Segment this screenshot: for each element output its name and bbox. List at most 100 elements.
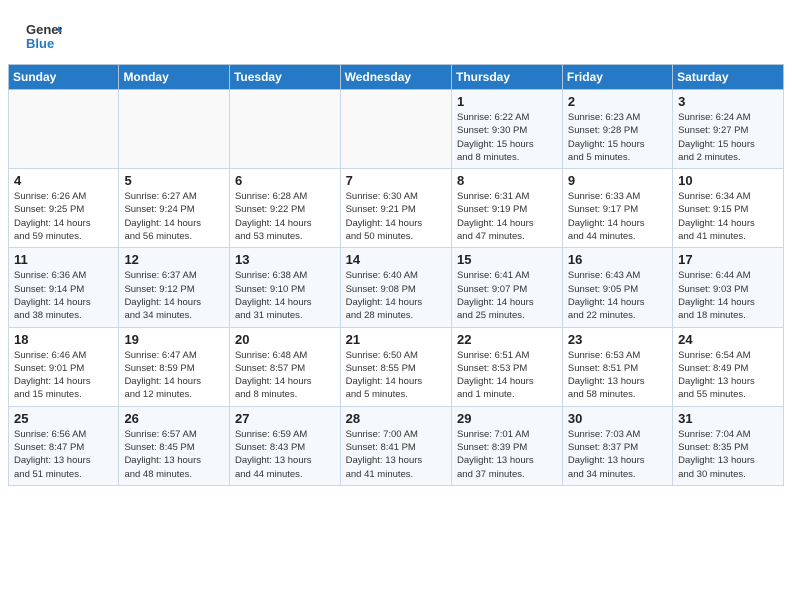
day-cell: 4 Sunrise: 6:26 AM Sunset: 9:25 PM Daylig… [9, 169, 119, 248]
day-cell: 26 Sunrise: 6:57 AM Sunset: 8:45 PM Dayli… [119, 406, 230, 485]
day-cell: 15 Sunrise: 6:41 AM Sunset: 9:07 PM Dayli… [452, 248, 563, 327]
day-cell: 10 Sunrise: 6:34 AM Sunset: 9:15 PM Dayli… [673, 169, 784, 248]
day-info: Sunrise: 6:23 AM Sunset: 9:28 PM Dayligh… [568, 111, 667, 164]
day-info: Sunrise: 6:50 AM Sunset: 8:55 PM Dayligh… [346, 349, 446, 402]
day-number: 18 [14, 332, 113, 347]
day-info: Sunrise: 6:41 AM Sunset: 9:07 PM Dayligh… [457, 269, 557, 322]
day-info: Sunrise: 7:00 AM Sunset: 8:41 PM Dayligh… [346, 428, 446, 481]
day-cell: 12 Sunrise: 6:37 AM Sunset: 9:12 PM Dayli… [119, 248, 230, 327]
day-cell: 30 Sunrise: 7:03 AM Sunset: 8:37 PM Dayli… [562, 406, 672, 485]
day-cell: 14 Sunrise: 6:40 AM Sunset: 9:08 PM Dayli… [340, 248, 451, 327]
weekday-header-thursday: Thursday [452, 65, 563, 90]
day-info: Sunrise: 7:04 AM Sunset: 8:35 PM Dayligh… [678, 428, 778, 481]
day-number: 4 [14, 173, 113, 188]
week-row-5: 25Sunrise: 6:56 AM Sunset: 8:47 PM Dayli… [9, 406, 784, 485]
day-cell: 18 Sunrise: 6:46 AM Sunset: 9:01 PM Dayli… [9, 327, 119, 406]
day-number: 11 [14, 252, 113, 267]
weekday-header-saturday: Saturday [673, 65, 784, 90]
day-number: 2 [568, 94, 667, 109]
day-number: 17 [678, 252, 778, 267]
day-number: 14 [346, 252, 446, 267]
day-info: Sunrise: 6:38 AM Sunset: 9:10 PM Dayligh… [235, 269, 335, 322]
day-info: Sunrise: 7:01 AM Sunset: 8:39 PM Dayligh… [457, 428, 557, 481]
day-cell: 29 Sunrise: 7:01 AM Sunset: 8:39 PM Dayli… [452, 406, 563, 485]
weekday-header-wednesday: Wednesday [340, 65, 451, 90]
day-number: 22 [457, 332, 557, 347]
day-cell: 24Sunrise: 6:54 AM Sunset: 8:49 PM Dayli… [673, 327, 784, 406]
day-number: 8 [457, 173, 557, 188]
day-number: 29 [457, 411, 557, 426]
day-info: Sunrise: 6:22 AM Sunset: 9:30 PM Dayligh… [457, 111, 557, 164]
week-row-4: 18 Sunrise: 6:46 AM Sunset: 9:01 PM Dayli… [9, 327, 784, 406]
day-info: Sunrise: 6:34 AM Sunset: 9:15 PM Dayligh… [678, 190, 778, 243]
day-info: Sunrise: 6:33 AM Sunset: 9:17 PM Dayligh… [568, 190, 667, 243]
day-cell: 31 Sunrise: 7:04 AM Sunset: 8:35 PM Dayli… [673, 406, 784, 485]
day-cell: 6 Sunrise: 6:28 AM Sunset: 9:22 PM Daylig… [229, 169, 340, 248]
day-cell: 23 Sunrise: 6:53 AM Sunset: 8:51 PM Dayli… [562, 327, 672, 406]
day-info: Sunrise: 6:46 AM Sunset: 9:01 PM Dayligh… [14, 349, 113, 402]
logo-icon: General Blue [24, 18, 62, 56]
day-info: Sunrise: 6:31 AM Sunset: 9:19 PM Dayligh… [457, 190, 557, 243]
day-cell [9, 90, 119, 169]
day-cell [340, 90, 451, 169]
calendar-wrapper: SundayMondayTuesdayWednesdayThursdayFrid… [0, 64, 792, 498]
day-cell: 16 Sunrise: 6:43 AM Sunset: 9:05 PM Dayli… [562, 248, 672, 327]
day-cell: 13 Sunrise: 6:38 AM Sunset: 9:10 PM Dayli… [229, 248, 340, 327]
day-cell: 9 Sunrise: 6:33 AM Sunset: 9:17 PM Daylig… [562, 169, 672, 248]
day-number: 20 [235, 332, 335, 347]
day-cell: 17 Sunrise: 6:44 AM Sunset: 9:03 PM Dayli… [673, 248, 784, 327]
week-row-1: 1 Sunrise: 6:22 AM Sunset: 9:30 PM Daylig… [9, 90, 784, 169]
day-info: Sunrise: 7:03 AM Sunset: 8:37 PM Dayligh… [568, 428, 667, 481]
day-number: 12 [124, 252, 224, 267]
week-row-3: 11 Sunrise: 6:36 AM Sunset: 9:14 PM Dayli… [9, 248, 784, 327]
day-cell [119, 90, 230, 169]
day-cell: 11 Sunrise: 6:36 AM Sunset: 9:14 PM Dayli… [9, 248, 119, 327]
weekday-header-friday: Friday [562, 65, 672, 90]
day-cell: 8 Sunrise: 6:31 AM Sunset: 9:19 PM Daylig… [452, 169, 563, 248]
day-number: 9 [568, 173, 667, 188]
day-cell: 3Sunrise: 6:24 AM Sunset: 9:27 PM Daylig… [673, 90, 784, 169]
day-number: 21 [346, 332, 446, 347]
day-number: 6 [235, 173, 335, 188]
svg-text:Blue: Blue [26, 36, 54, 51]
day-info: Sunrise: 6:40 AM Sunset: 9:08 PM Dayligh… [346, 269, 446, 322]
day-info: Sunrise: 6:28 AM Sunset: 9:22 PM Dayligh… [235, 190, 335, 243]
weekday-header-row: SundayMondayTuesdayWednesdayThursdayFrid… [9, 65, 784, 90]
day-number: 13 [235, 252, 335, 267]
day-cell: 20Sunrise: 6:48 AM Sunset: 8:57 PM Dayli… [229, 327, 340, 406]
day-info: Sunrise: 6:51 AM Sunset: 8:53 PM Dayligh… [457, 349, 557, 402]
day-info: Sunrise: 6:26 AM Sunset: 9:25 PM Dayligh… [14, 190, 113, 243]
day-info: Sunrise: 6:43 AM Sunset: 9:05 PM Dayligh… [568, 269, 667, 322]
week-row-2: 4 Sunrise: 6:26 AM Sunset: 9:25 PM Daylig… [9, 169, 784, 248]
day-number: 10 [678, 173, 778, 188]
logo: General Blue [24, 18, 62, 56]
day-info: Sunrise: 6:36 AM Sunset: 9:14 PM Dayligh… [14, 269, 113, 322]
day-info: Sunrise: 6:47 AM Sunset: 8:59 PM Dayligh… [124, 349, 224, 402]
day-info: Sunrise: 6:27 AM Sunset: 9:24 PM Dayligh… [124, 190, 224, 243]
weekday-header-sunday: Sunday [9, 65, 119, 90]
day-info: Sunrise: 6:56 AM Sunset: 8:47 PM Dayligh… [14, 428, 113, 481]
day-number: 26 [124, 411, 224, 426]
day-number: 23 [568, 332, 667, 347]
day-info: Sunrise: 6:57 AM Sunset: 8:45 PM Dayligh… [124, 428, 224, 481]
day-number: 27 [235, 411, 335, 426]
day-number: 1 [457, 94, 557, 109]
day-number: 30 [568, 411, 667, 426]
day-info: Sunrise: 6:53 AM Sunset: 8:51 PM Dayligh… [568, 349, 667, 402]
day-info: Sunrise: 6:37 AM Sunset: 9:12 PM Dayligh… [124, 269, 224, 322]
day-cell: 22 Sunrise: 6:51 AM Sunset: 8:53 PM Dayli… [452, 327, 563, 406]
day-cell: 19 Sunrise: 6:47 AM Sunset: 8:59 PM Dayli… [119, 327, 230, 406]
day-cell: 7Sunrise: 6:30 AM Sunset: 9:21 PM Daylig… [340, 169, 451, 248]
day-info: Sunrise: 6:44 AM Sunset: 9:03 PM Dayligh… [678, 269, 778, 322]
day-number: 31 [678, 411, 778, 426]
day-number: 15 [457, 252, 557, 267]
day-cell: 25Sunrise: 6:56 AM Sunset: 8:47 PM Dayli… [9, 406, 119, 485]
day-number: 19 [124, 332, 224, 347]
day-cell: 5Sunrise: 6:27 AM Sunset: 9:24 PM Daylig… [119, 169, 230, 248]
day-cell: 27Sunrise: 6:59 AM Sunset: 8:43 PM Dayli… [229, 406, 340, 485]
calendar-table: SundayMondayTuesdayWednesdayThursdayFrid… [8, 64, 784, 486]
day-number: 16 [568, 252, 667, 267]
svg-text:General: General [26, 22, 62, 37]
day-info: Sunrise: 6:30 AM Sunset: 9:21 PM Dayligh… [346, 190, 446, 243]
day-info: Sunrise: 6:24 AM Sunset: 9:27 PM Dayligh… [678, 111, 778, 164]
